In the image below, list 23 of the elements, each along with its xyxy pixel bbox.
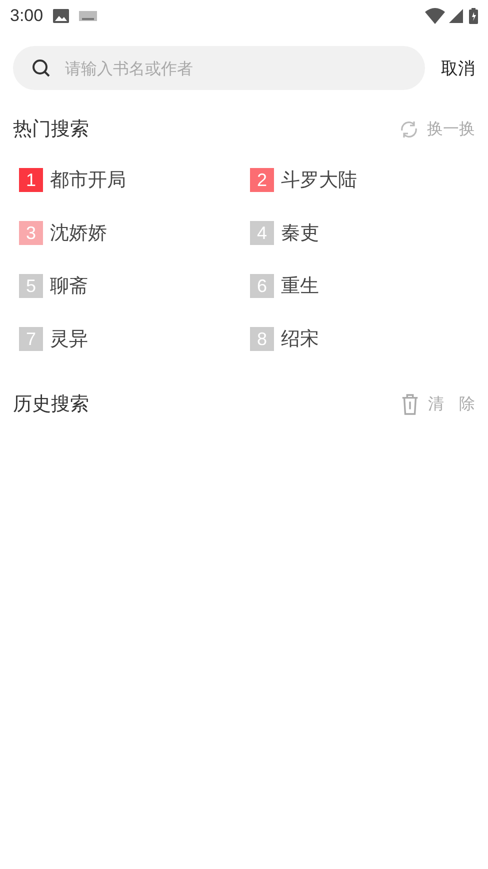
cancel-button[interactable]: 取消: [441, 56, 475, 80]
rank-badge: 1: [19, 168, 43, 192]
hot-search-item[interactable]: 秦吏: [281, 220, 319, 246]
signal-icon: [449, 9, 463, 23]
hot-search-item[interactable]: 灵异: [50, 326, 88, 352]
clock-time: 3:00: [10, 6, 44, 26]
section-title: 历史搜索: [13, 392, 89, 417]
battery-icon: [469, 8, 478, 24]
trash-icon: [400, 394, 420, 414]
hot-search-item[interactable]: 聊斋: [50, 273, 88, 299]
hot-search-item[interactable]: 斗罗大陆: [281, 167, 357, 193]
rank-badge: 2: [250, 168, 274, 192]
hot-search-item[interactable]: 沈娇娇: [50, 220, 107, 246]
image-icon: [53, 9, 70, 23]
keyboard-icon: [79, 11, 98, 21]
wifi-icon: [425, 8, 445, 24]
hot-search-item[interactable]: 重生: [281, 273, 319, 299]
section-title: 热门搜索: [13, 117, 89, 142]
refresh-icon: [399, 118, 419, 140]
hot-search-item[interactable]: 绍宋: [281, 326, 319, 352]
rank-badge: 3: [19, 221, 43, 245]
hot-search-item[interactable]: 都市开局: [50, 167, 126, 193]
search-field[interactable]: 请输入书名或作者: [13, 46, 425, 90]
